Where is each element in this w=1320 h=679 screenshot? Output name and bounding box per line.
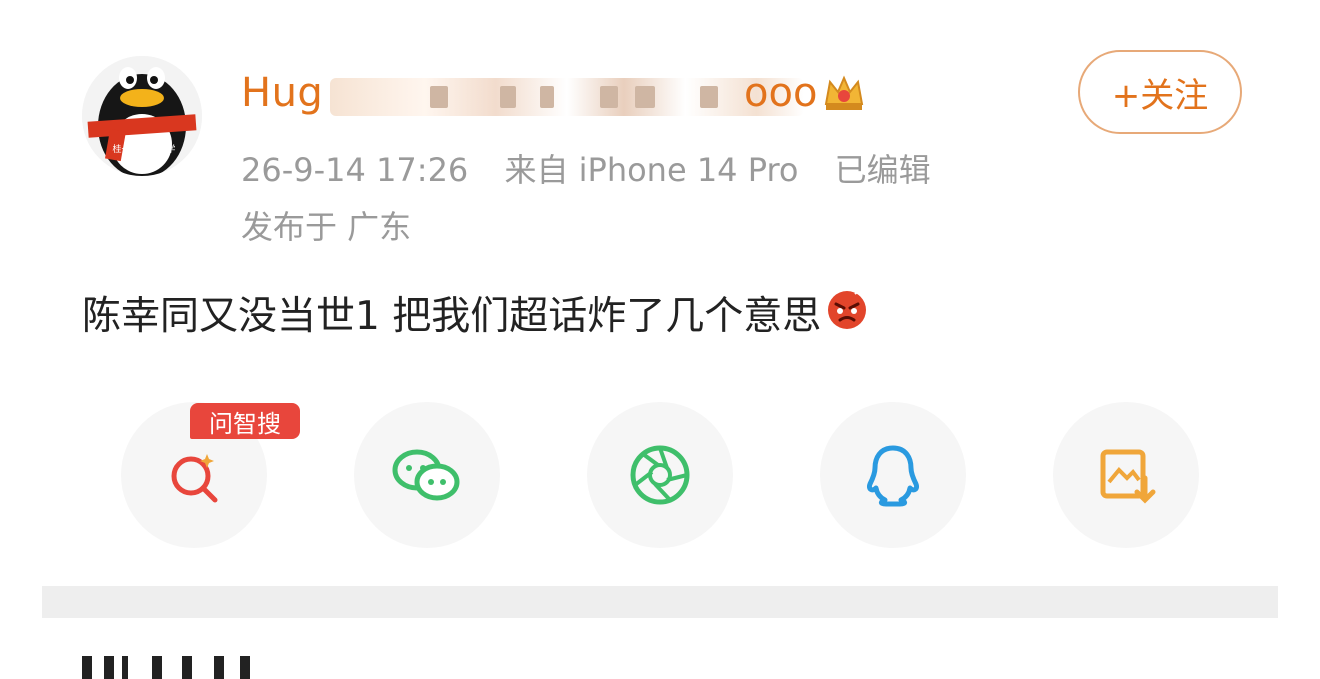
save-image-button[interactable] [1053, 402, 1199, 548]
post-source: 来自 iPhone 14 Pro [504, 151, 799, 189]
post-meta: 26-9-14 17:26 来自 iPhone 14 Pro 已编辑 [241, 145, 957, 191]
vip-crown-icon [822, 70, 866, 118]
username[interactable]: Hug [241, 70, 323, 116]
username-redaction [330, 78, 804, 116]
wechat-share-button[interactable] [354, 402, 500, 548]
username-tail: ooo [744, 70, 818, 116]
post-text: 陈幸同又没当世1 把我们超话炸了几个意思 [82, 294, 822, 339]
ai-search-icon [171, 454, 218, 503]
section-divider [42, 586, 1278, 618]
section-heading-cut [82, 650, 252, 679]
penguin-avatar-icon: 桂一科杀腾同学 [82, 56, 202, 176]
post-timestamp: 26-9-14 17:26 [241, 151, 469, 189]
svg-text:桂一科杀腾同学: 桂一科杀腾同学 [112, 143, 175, 155]
moments-icon [630, 445, 690, 505]
qq-icon [867, 445, 919, 507]
moments-share-button[interactable] [587, 402, 733, 548]
qq-share-button[interactable] [820, 402, 966, 548]
edited-label: 已编辑 [834, 151, 931, 189]
ai-search-badge: 问智搜 [190, 403, 300, 439]
post-location: 发布于 广东 [241, 208, 412, 246]
angry-face-icon [825, 286, 869, 340]
post-content: 陈幸同又没当世1 把我们超话炸了几个意思 [82, 285, 869, 341]
wechat-icon [392, 449, 460, 501]
avatar[interactable]: 桂一科杀腾同学 [82, 56, 202, 176]
save-image-icon [1100, 449, 1156, 504]
follow-button[interactable]: +关注 [1078, 50, 1242, 134]
